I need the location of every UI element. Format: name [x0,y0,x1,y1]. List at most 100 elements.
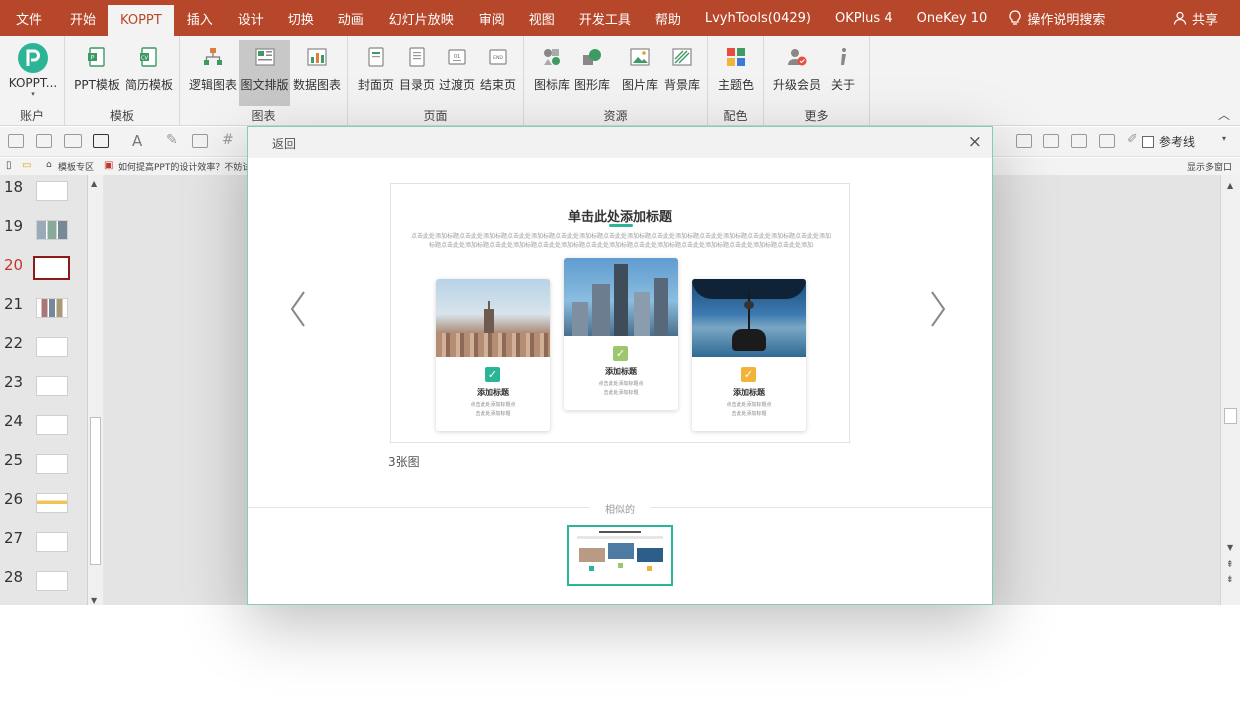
tab-developer[interactable]: 开发工具 [567,0,643,36]
slide-thumbnail[interactable] [36,220,68,240]
slide-thumbnail[interactable] [36,493,68,513]
slide-row[interactable]: 21 [0,295,86,325]
table-icon[interactable] [1071,134,1087,148]
tab-onekey[interactable]: OneKey 10 [905,0,1000,36]
scroll-down-icon[interactable]: ▼ [1227,543,1233,552]
slide-thumbnail-selected[interactable] [33,256,70,280]
scrollbar-thumb[interactable] [1224,408,1237,424]
transition-page-label: 过渡页 [438,78,475,92]
group-label-more: 更多 [804,109,829,123]
scroll-up-icon[interactable]: ▲ [1227,181,1233,190]
slide-thumbnail[interactable] [36,181,68,201]
tab-file[interactable]: 文件 [0,0,58,36]
slide-number: 18 [4,178,24,196]
show-multi-window[interactable]: 显示多窗口 [1187,160,1232,173]
brush-icon[interactable]: ✐ [1127,132,1138,147]
grid-icon[interactable] [1043,134,1059,148]
slide-row[interactable]: 18 [0,178,86,208]
tab-view[interactable]: 视图 [517,0,567,36]
similar-layout-thumbnail[interactable] [567,525,673,586]
slide-thumbnail[interactable] [36,376,68,396]
slide-thumbnail[interactable] [36,298,68,318]
group-resource: 图标库 图形库 图片库 背景库 资源 [524,36,708,126]
icon-library-button[interactable]: 图标库 [532,40,572,106]
tab-design[interactable]: 设计 [226,0,276,36]
background-library-button[interactable]: 背景库 [661,40,703,106]
slides-scrollbar[interactable]: ▲ ▼ [87,175,103,605]
slide-thumbnail[interactable] [36,337,68,357]
scrollbar-thumb[interactable] [90,417,101,565]
picture-icon[interactable] [192,134,208,148]
doc-tab-template-zone[interactable]: 模板专区 [58,160,94,173]
slide-thumbnail[interactable] [36,532,68,552]
slide-thumbnail[interactable] [36,415,68,435]
guide-lines-toggle[interactable]: 参考线 [1141,133,1195,150]
tab-okplus[interactable]: OKPlus 4 [823,0,905,36]
font-color-icon[interactable]: A [132,132,142,150]
print-icon[interactable] [1016,134,1032,148]
slide-row[interactable]: 22 [0,334,86,364]
layout-preview[interactable]: 单击此处添加标题 点击此处添加标题点击此处添加标题点击此处添加标题点击此处添加标… [390,183,850,443]
theme-color-button[interactable]: 主题色 [714,40,758,106]
slide-row[interactable]: 19 [0,217,86,247]
scroll-down-icon[interactable]: ▼ [91,596,97,605]
shape-library-button[interactable]: 图形库 [572,40,612,106]
logic-chart-button[interactable]: 逻辑图表 [188,40,238,106]
lock-icon[interactable] [8,134,24,148]
slide-row[interactable]: 26 [0,490,86,520]
koppt-account-button[interactable]: KOPPT... ▾ [6,40,60,106]
ppt-template-button[interactable]: P PPT模板 [73,40,121,106]
about-button[interactable]: 关于 [826,40,860,106]
tab-review[interactable]: 审阅 [467,0,517,36]
tab-home[interactable]: 开始 [58,0,108,36]
prev-slide-icon[interactable]: ⇞ [1226,560,1234,570]
tab-koppt[interactable]: KOPPT [108,5,174,36]
tab-transition[interactable]: 切换 [276,0,326,36]
slide-number: 24 [4,412,24,430]
chevron-right-icon[interactable] [928,289,948,329]
slide-row[interactable]: 28 [0,568,86,598]
image-library-button[interactable]: 图片库 [620,40,660,106]
scroll-up-icon[interactable]: ▲ [91,179,97,188]
align-icon[interactable] [36,134,52,148]
transition-page-button[interactable]: 01 过渡页 [437,40,477,106]
end-page-label: 结束页 [479,78,516,92]
slide-number: 28 [4,568,24,586]
slide-thumbnail[interactable] [36,571,68,591]
shape-outline-icon[interactable] [64,134,82,148]
cover-page-button[interactable]: 封面页 [356,40,396,106]
tab-lvyhtools[interactable]: LvyhTools(0429) [693,0,823,36]
tell-me-search[interactable]: 操作说明搜索 [999,0,1115,36]
resume-template-button[interactable]: CV 简历模板 [123,40,175,106]
tab-insert[interactable]: 插入 [174,0,226,36]
eyedropper-icon[interactable]: ✎ [166,132,178,148]
close-icon[interactable]: × [968,132,982,152]
slide-row[interactable]: 25 [0,451,86,481]
next-slide-icon[interactable]: ⇟ [1226,575,1234,585]
group-more: 升级会员 关于 更多 [764,36,870,126]
tab-slideshow[interactable]: 幻灯片放映 [376,0,467,36]
back-button[interactable]: 返回 [272,135,296,152]
slide-row[interactable]: 23 [0,373,86,403]
slide-thumbnail[interactable] [36,454,68,474]
toc-page-button[interactable]: 目录页 [397,40,437,106]
slide-row[interactable]: 27 [0,529,86,559]
hash-icon[interactable]: # [222,132,234,148]
toolbar-overflow-icon[interactable]: ▾ [1222,134,1226,143]
text-box-icon[interactable] [93,134,109,148]
tab-animation[interactable]: 动画 [326,0,376,36]
slide-row[interactable]: 20 [0,256,86,286]
chevron-left-icon[interactable] [288,289,308,329]
tab-help[interactable]: 帮助 [643,0,693,36]
home-icon: ⌂ [46,160,52,170]
slide-row[interactable]: 24 [0,412,86,442]
data-chart-button[interactable]: 数据图表 [291,40,343,106]
share-button[interactable]: 共享 [1173,0,1218,36]
end-page-button[interactable]: END 结束页 [477,40,519,106]
guide-checkbox[interactable] [1141,135,1154,148]
upgrade-member-button[interactable]: 升级会员 [770,40,824,106]
collapse-ribbon-icon[interactable]: ︿ [1218,106,1230,123]
canvas-scrollbar[interactable]: ▲ ▼ ⇞ ⇟ [1220,175,1240,605]
image-text-layout-button[interactable]: 图文排版 [239,40,290,106]
copy-icon[interactable] [1099,134,1115,148]
